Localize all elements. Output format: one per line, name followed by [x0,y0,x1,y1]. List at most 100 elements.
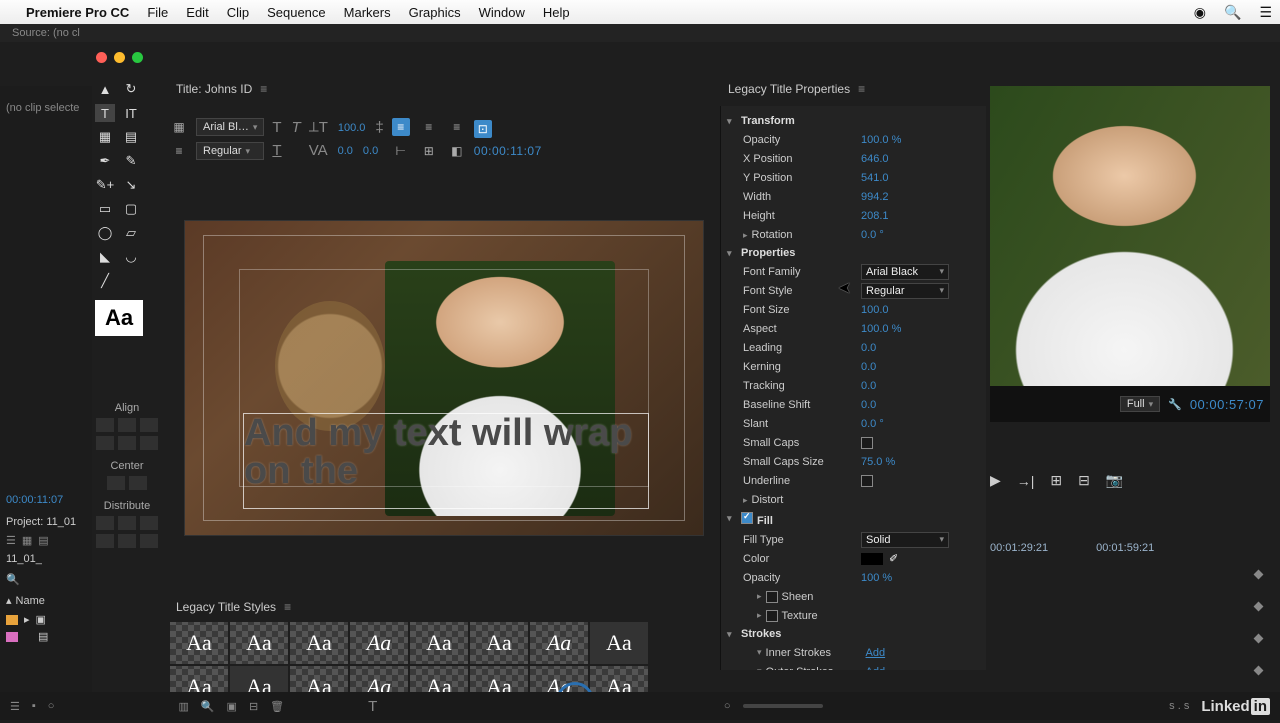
menu-file[interactable]: File [147,5,168,20]
keyframe-icon[interactable] [1254,602,1264,612]
play-icon[interactable]: ▶ [990,472,1001,489]
kerning-value[interactable]: 0.0 [861,361,876,373]
wedge-tool-icon[interactable]: ◣ [95,248,115,266]
menu-clip[interactable]: Clip [227,5,249,20]
tracking-value[interactable]: 0.0 [363,145,378,157]
twirl-icon[interactable]: ▾ [727,513,732,524]
color-swatch[interactable] [861,553,883,565]
menu-list-icon[interactable]: ☰ [1259,4,1272,21]
style-swatch[interactable]: Aa [230,622,288,664]
program-timecode[interactable]: 00:00:57:07 [1190,397,1264,412]
italic-icon[interactable]: T [292,119,301,136]
timeline-track[interactable] [990,564,1270,586]
section-transform[interactable]: Transform [741,115,795,127]
section-properties[interactable]: Properties [741,247,795,259]
templates-icon[interactable]: ▦ [170,118,188,136]
height-value[interactable]: 208.1 [861,210,889,222]
new-item-icon[interactable]: ▣ [227,700,237,713]
keyframe-icon[interactable] [1254,634,1264,644]
source-timecode[interactable]: 00:00:11:07 [0,488,92,512]
opacity-value[interactable]: 100.0 % [861,134,901,146]
fontfamily-select[interactable]: Arial Black▾ [861,264,949,280]
leading-value[interactable]: 0.0 [861,342,876,354]
rectangle-tool-icon[interactable]: ▭ [95,200,115,218]
align-btn[interactable] [96,436,114,450]
panel-menu-icon[interactable]: ≡ [260,82,267,96]
keyframe-icon[interactable] [1254,666,1264,676]
export-frame-icon[interactable]: 📷 [1106,472,1123,489]
rounded-rect-tool-icon[interactable]: ▢ [121,200,141,218]
timeline-track[interactable] [990,596,1270,618]
ypos-value[interactable]: 541.0 [861,172,889,184]
sheen-checkbox[interactable] [766,591,778,603]
clear-icon[interactable]: ⊟ [249,700,258,713]
section-fill[interactable]: Fill [757,515,773,527]
find-icon[interactable]: 🔍 [201,700,215,713]
current-style-swatch[interactable]: Aa [95,300,143,336]
center-btn[interactable] [129,476,147,490]
twirl-icon[interactable]: ▾ [727,248,732,259]
align-left-icon[interactable]: ≡ [392,118,410,136]
name-column-header[interactable]: Name [16,595,45,607]
xpos-value[interactable]: 646.0 [861,153,889,165]
zoom-slider[interactable] [743,704,823,708]
icon-view-icon[interactable]: ▪ [32,700,36,712]
panel-menu-icon[interactable]: ≡ [284,600,291,614]
rotate-tool-icon[interactable]: ↻ [121,80,141,98]
distribute-btn[interactable] [140,516,158,530]
title-text-box[interactable]: And my text will wrap on the [243,413,649,509]
menu-graphics[interactable]: Graphics [409,5,461,20]
show-video-icon[interactable]: ⊞ [420,142,438,160]
menu-window[interactable]: Window [479,5,525,20]
keyframe-icon[interactable] [1254,570,1264,580]
minimize-icon[interactable] [114,52,125,63]
project-tab[interactable]: 11_01_ [0,549,92,569]
align-btn[interactable] [118,436,136,450]
style-swatch[interactable]: Aa [590,622,648,664]
maximize-icon[interactable] [132,52,143,63]
twirl-icon[interactable]: ▾ [727,116,732,127]
style-swatch[interactable]: Aa [530,622,588,664]
bin-row-2[interactable]: ▤ [0,628,92,645]
aspect-value[interactable]: 100.0 % [861,323,901,335]
spotlight-icon[interactable]: 🔍 [1224,4,1241,21]
fontsize-value[interactable]: 100.0 [861,304,889,316]
smallcaps-checkbox[interactable] [861,437,873,449]
cc-cloud-icon[interactable]: ◉ [1194,4,1206,21]
timeline-track[interactable] [990,628,1270,650]
new-bin-icon[interactable]: ▥ [178,700,188,713]
underline-icon[interactable]: T [272,142,281,159]
type-tool-icon[interactable]: T [95,104,115,122]
style-swatch[interactable]: Aa [350,622,408,664]
delete-anchor-icon[interactable]: ✎ [121,152,141,170]
convert-anchor-icon[interactable]: ↘ [121,176,141,194]
align-center-icon[interactable]: ≡ [420,118,438,136]
distribute-btn[interactable] [140,534,158,548]
menu-sequence[interactable]: Sequence [267,5,326,20]
title-timecode[interactable]: 00:00:11:07 [474,144,542,158]
rotation-value[interactable]: 0.0 ° [861,229,884,241]
type-tool-bottom-icon[interactable]: T [368,698,377,715]
add-anchor-icon[interactable]: ✎+ [95,176,115,194]
add-inner-stroke-link[interactable]: Add [866,647,886,659]
fill-opacity-value[interactable]: 100 % [861,572,892,584]
smallcaps-size-value[interactable]: 75.0 % [861,456,895,468]
ellipse-tool-icon[interactable]: ◯ [95,224,115,242]
tracking-value[interactable]: 0.0 [861,380,876,392]
width-value[interactable]: 994.2 [861,191,889,203]
line-tool-icon[interactable]: ╱ [95,272,115,290]
menu-markers[interactable]: Markers [344,5,391,20]
insert-icon[interactable]: ⊞ [1050,472,1062,489]
overwrite-icon[interactable]: ⊟ [1078,472,1090,489]
underline-checkbox[interactable] [861,475,873,487]
freeform-icon[interactable]: ○ [48,700,55,712]
align-btn[interactable] [140,436,158,450]
filltype-select[interactable]: Solid▾ [861,532,949,548]
menu-edit[interactable]: Edit [186,5,208,20]
roll-crawl-icon[interactable]: ≡ [170,142,188,160]
menu-help[interactable]: Help [543,5,570,20]
twirl-icon[interactable]: ▾ [727,629,732,640]
distribute-btn[interactable] [118,516,136,530]
style-swatch[interactable]: Aa [410,622,468,664]
bg-toggle-icon[interactable]: ◧ [448,142,466,160]
